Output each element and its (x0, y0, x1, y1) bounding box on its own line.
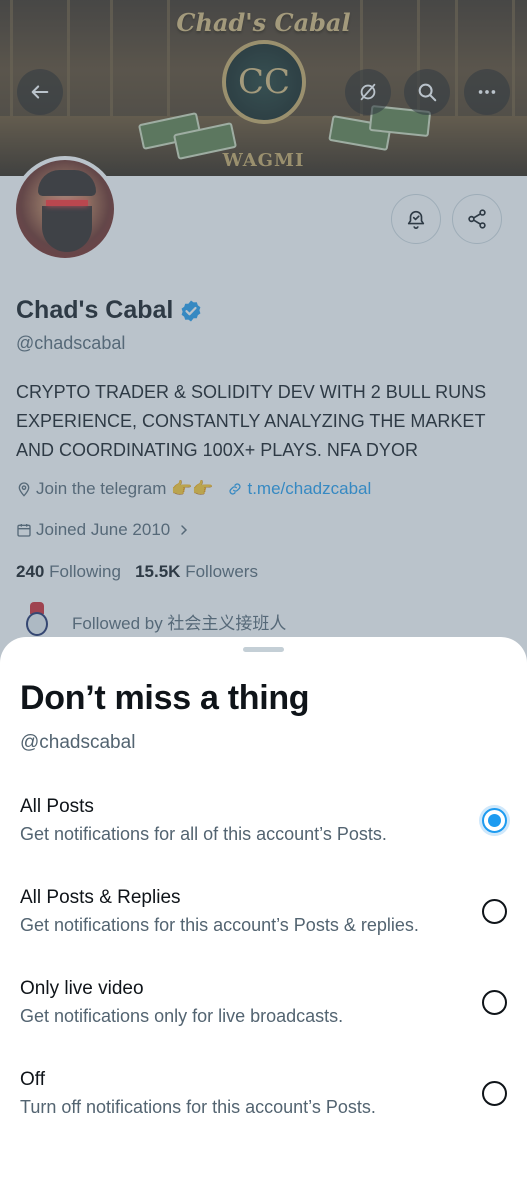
option-label: All Posts & Replies (20, 887, 181, 908)
radio-unselected[interactable] (482, 1081, 507, 1106)
sheet-title: Don’t miss a thing (20, 679, 310, 717)
option-label: All Posts (20, 796, 94, 817)
radio-unselected[interactable] (482, 899, 507, 924)
option-only-live-video[interactable]: Only live video Get notifications only f… (0, 978, 527, 1068)
option-all-posts[interactable]: All Posts Get notifications for all of t… (0, 796, 527, 886)
option-all-posts-replies[interactable]: All Posts & Replies Get notifications fo… (0, 887, 527, 977)
option-description: Get notifications for all of this accoun… (20, 824, 387, 844)
option-description: Get notifications only for live broadcas… (20, 1006, 344, 1026)
option-description: Turn off notifications for this account’… (20, 1097, 376, 1117)
radio-selected[interactable] (482, 808, 507, 833)
option-label: Only live video (20, 978, 144, 999)
option-description: Get notifications for this account’s Pos… (20, 915, 419, 935)
option-off[interactable]: Off Turn off notifications for this acco… (0, 1069, 527, 1159)
sheet-drag-handle[interactable] (243, 647, 284, 652)
notification-settings-sheet: Don’t miss a thing @chadscabal All Posts… (0, 637, 527, 1200)
radio-unselected[interactable] (482, 990, 507, 1015)
option-label: Off (20, 1069, 45, 1090)
sheet-subtitle: @chadscabal (20, 732, 136, 753)
